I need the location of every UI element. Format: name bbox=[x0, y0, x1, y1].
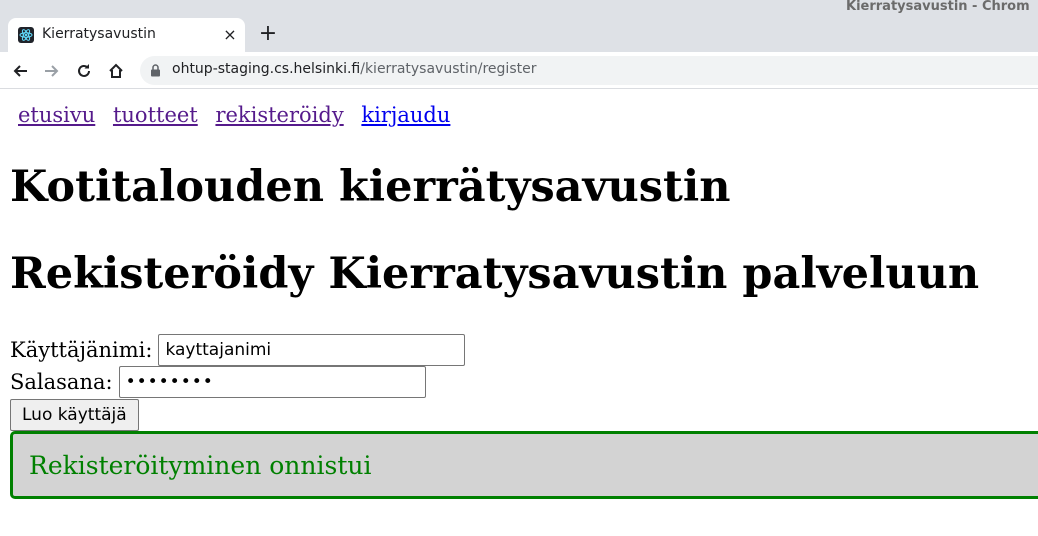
username-input[interactable]: kayttajanimi bbox=[158, 334, 466, 366]
password-row: Salasana: •••••••• bbox=[10, 366, 426, 398]
username-label: Käyttäjänimi: bbox=[10, 338, 153, 362]
nav-link-etusivu[interactable]: etusivu bbox=[18, 103, 95, 127]
username-row: Käyttäjänimi: kayttajanimi bbox=[10, 334, 466, 366]
success-notification: Rekisteröityminen onnistui bbox=[10, 431, 1038, 499]
url-text: ohtup-staging.cs.helsinki.fi/kierratysav… bbox=[172, 61, 536, 77]
react-logo-icon bbox=[18, 27, 34, 43]
register-heading: Rekisteröidy Kierratysavustin palveluun bbox=[10, 249, 980, 299]
arrow-left-icon bbox=[13, 65, 27, 77]
tab-title: Kierratysavustin bbox=[42, 26, 156, 42]
nav-link-rekisteroidy[interactable]: rekisteröidy bbox=[215, 103, 343, 127]
reload-button[interactable] bbox=[70, 57, 98, 85]
back-button[interactable] bbox=[6, 57, 34, 85]
password-input[interactable]: •••••••• bbox=[118, 366, 426, 398]
reload-icon bbox=[78, 64, 90, 77]
browser-chrome: Kierratysavustin - Chrom Kierratysavusti… bbox=[0, 0, 1038, 89]
nav-link-kirjaudu[interactable]: kirjaudu bbox=[361, 103, 450, 127]
tab-strip: Kierratysavustin × + bbox=[0, 14, 1038, 52]
forward-button[interactable] bbox=[38, 57, 66, 85]
nav-link-tuotteet[interactable]: tuotteet bbox=[113, 103, 198, 127]
arrow-right-icon bbox=[45, 65, 59, 77]
site-nav: etusivu tuotteet rekisteröidy kirjaudu bbox=[18, 103, 461, 127]
tab-active[interactable]: Kierratysavustin × bbox=[8, 18, 245, 52]
home-button[interactable] bbox=[102, 57, 130, 85]
page-content: etusivu tuotteet rekisteröidy kirjaudu K… bbox=[0, 89, 1038, 536]
browser-toolbar: ohtup-staging.cs.helsinki.fi/kierratysav… bbox=[0, 52, 1038, 89]
lock-icon bbox=[151, 64, 160, 77]
new-tab-button[interactable]: + bbox=[256, 22, 280, 46]
url-host: ohtup-staging.cs.helsinki.fi bbox=[172, 61, 361, 77]
home-icon bbox=[109, 63, 123, 78]
close-icon[interactable]: × bbox=[221, 26, 239, 44]
address-bar[interactable]: ohtup-staging.cs.helsinki.fi/kierratysav… bbox=[140, 56, 1038, 85]
window-title: Kierratysavustin - Chrom bbox=[846, 0, 1030, 14]
page-title: Kotitalouden kierrätysavustin bbox=[10, 162, 731, 212]
create-user-button[interactable]: Luo käyttäjä bbox=[10, 399, 139, 431]
password-label: Salasana: bbox=[10, 370, 113, 394]
url-path: /kierratysavustin/register bbox=[360, 61, 537, 77]
